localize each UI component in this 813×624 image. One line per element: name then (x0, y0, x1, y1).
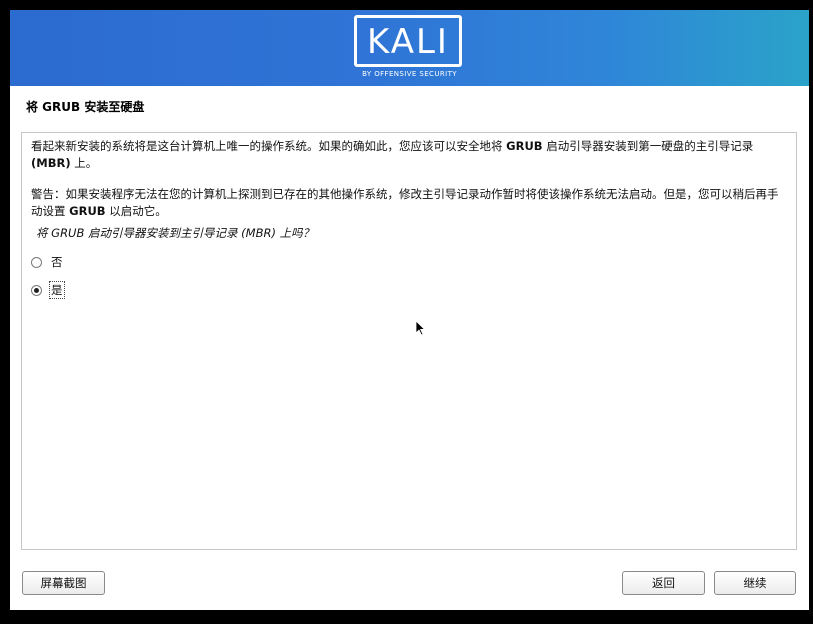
content-panel: 看起来新安装的系统将是这台计算机上唯一的操作系统。如果的确如此，您应该可以安全地… (21, 132, 797, 550)
info-text-part: 启动引导器安装到第一硬盘的主引导记录 (542, 139, 754, 153)
warning-paragraph: 警告：如果安装程序无法在您的计算机上探测到已存在的其他操作系统，修改主引导记录动… (31, 186, 787, 220)
continue-button[interactable]: 继续 (714, 571, 796, 595)
option-yes[interactable]: 是 (31, 281, 65, 299)
grub-emphasis: GRUB (506, 139, 543, 153)
back-button[interactable]: 返回 (622, 571, 705, 595)
question-prompt: 将 GRUB 启动引导器安装到主引导记录 (MBR) 上吗？ (36, 226, 315, 240)
kali-logo: KALI (354, 15, 462, 67)
logo-tagline: BY OFFENSIVE SECURITY (362, 70, 457, 78)
option-yes-label[interactable]: 是 (49, 281, 65, 299)
info-text-part: 上。 (70, 156, 98, 170)
mouse-pointer-icon (415, 320, 425, 336)
mbr-emphasis: (MBR) (31, 156, 71, 170)
radio-no[interactable] (31, 256, 42, 268)
radio-yes[interactable] (31, 284, 42, 296)
screenshot-button[interactable]: 屏幕截图 (22, 571, 105, 595)
logo-text: KALI (367, 22, 449, 62)
grub-emphasis: GRUB (69, 204, 106, 218)
page-title: 将 GRUB 安装至硬盘 (26, 100, 145, 114)
info-paragraph: 看起来新安装的系统将是这台计算机上唯一的操作系统。如果的确如此，您应该可以安全地… (31, 138, 787, 172)
installer-window: KALI BY OFFENSIVE SECURITY 将 GRUB 安装至硬盘 … (10, 10, 809, 610)
option-no[interactable]: 否 (31, 253, 64, 271)
warning-text-part: 以启动它。 (105, 204, 167, 218)
option-no-label[interactable]: 否 (50, 254, 64, 270)
info-text-part: 看起来新安装的系统将是这台计算机上唯一的操作系统。如果的确如此，您应该可以安全地… (31, 139, 507, 153)
header-banner: KALI BY OFFENSIVE SECURITY (10, 10, 809, 86)
